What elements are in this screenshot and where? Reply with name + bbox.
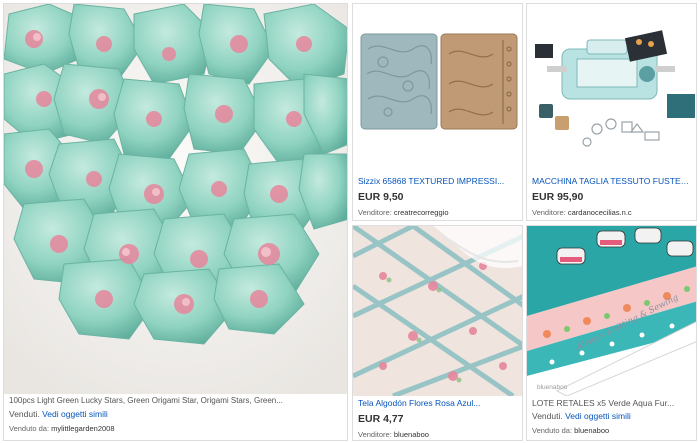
seller-label: Venditore:: [358, 208, 392, 217]
item-image[interactable]: [353, 226, 522, 396]
die-cutting-machine-photo: [535, 30, 695, 147]
big-item-title[interactable]: 100pcs Light Green Lucky Stars, Green Or…: [9, 395, 342, 407]
item-image[interactable]: Always Knitting & Sewing bluenaboo: [527, 226, 696, 396]
image-watermark: bluenaboo: [537, 384, 568, 391]
item-price: EUR 4,77: [358, 413, 404, 425]
embossing-folders-photo: [360, 33, 518, 130]
sold-label: Venduti.: [9, 409, 40, 419]
item-card-lote[interactable]: Always Knitting & Sewing bluenaboo LOTE …: [526, 225, 697, 441]
seller-name[interactable]: mylittlegarden2008: [51, 424, 114, 433]
seller-label: Venditore:: [532, 208, 566, 217]
seller-name[interactable]: creatrecorreggio: [394, 208, 449, 217]
fabric-bundle-photo: [527, 226, 696, 396]
item-title[interactable]: LOTE RETALES x5 Verde Aqua Fur...: [532, 397, 691, 409]
similar-items-link[interactable]: Vedi oggetti simili: [565, 411, 631, 421]
seller-label: Venduto da:: [532, 426, 573, 435]
item-image[interactable]: [353, 4, 522, 174]
seller-info: Venditore: creatrecorreggio: [358, 207, 517, 218]
item-card-sizzix[interactable]: Sizzix 65868 TEXTURED IMPRESSI... EUR 9,…: [352, 3, 523, 221]
seller-name[interactable]: cardanocecilias.n.c: [568, 208, 632, 217]
seller-info: Venduto da: mylittlegarden2008: [9, 423, 342, 434]
big-item-card[interactable]: 100pcs Light Green Lucky Stars, Green Or…: [3, 3, 348, 441]
seller-label: Venditore:: [358, 430, 392, 439]
item-image[interactable]: [527, 4, 696, 174]
sold-status: Venduti. Vedi oggetti simili: [9, 408, 342, 420]
seller-label: Venduto da:: [9, 424, 50, 433]
item-price: EUR 9,50: [358, 191, 404, 203]
floral-fabric-photo: [353, 226, 522, 396]
item-title[interactable]: MACCHINA TAGLIA TESSUTO FUSTEL...: [532, 175, 691, 187]
sold-status: Venduti. Vedi oggetti simili: [532, 410, 691, 422]
seller-name[interactable]: bluenaboo: [394, 430, 429, 439]
seller-info: Venditore: cardanocecilias.n.c: [532, 207, 691, 218]
item-title[interactable]: Sizzix 65868 TEXTURED IMPRESSI...: [358, 175, 517, 187]
sold-label: Venduti.: [532, 411, 563, 421]
seller-name[interactable]: bluenaboo: [574, 426, 609, 435]
item-card-macchina[interactable]: MACCHINA TAGLIA TESSUTO FUSTEL... EUR 95…: [526, 3, 697, 221]
seller-info: Venditore: bluenaboo: [358, 429, 517, 440]
item-price: EUR 95,90: [532, 191, 584, 203]
origami-stars-photo: [4, 4, 347, 394]
similar-items-link[interactable]: Vedi oggetti simili: [42, 409, 108, 419]
seller-info: Venduto da: bluenaboo: [532, 425, 691, 436]
item-title[interactable]: Tela Algodón Flores Rosa Azul...: [358, 397, 517, 409]
item-card-tela[interactable]: Tela Algodón Flores Rosa Azul... EUR 4,7…: [352, 225, 523, 441]
big-item-image[interactable]: [4, 4, 347, 394]
